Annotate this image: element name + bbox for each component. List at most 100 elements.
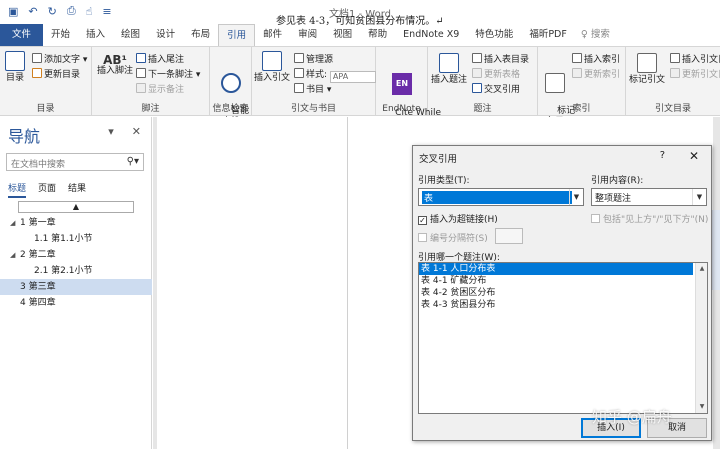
group-captions: 插入题注 插入表目录 更新表格 交叉引用 题注	[428, 47, 538, 115]
nav-tab-pages[interactable]: 页面	[38, 181, 56, 198]
insert-toa-icon	[670, 53, 680, 63]
nav-heading-item[interactable]: 2.1 第2.1小节	[0, 263, 152, 279]
insert-toa-button[interactable]: 插入引文目	[670, 52, 720, 65]
caption-list-item[interactable]: 表 4-3 贫困县分布	[419, 299, 693, 311]
group-label-citations: 引文与书目	[290, 104, 336, 114]
nav-heading-item-selected[interactable]: 3 第三章	[0, 279, 152, 295]
list-scrollbar[interactable]: ▲ ▼	[695, 263, 707, 413]
tab-features[interactable]: 特色功能	[467, 24, 521, 46]
tab-draw[interactable]: 绘图	[113, 24, 148, 46]
bibliography-icon	[294, 83, 304, 93]
nav-search-input[interactable]: 在文档中搜索 ⚲▾	[6, 153, 144, 171]
chevron-down-icon[interactable]: ▼	[692, 189, 706, 205]
insert-table-of-figures-button[interactable]: 插入表目录	[472, 52, 529, 65]
tell-me-search[interactable]: ♀ 搜索	[575, 24, 618, 46]
add-text-icon	[32, 53, 42, 63]
search-icon[interactable]: ⚲▾	[127, 156, 139, 167]
toc-button[interactable]: 目录	[4, 51, 26, 84]
cross-reference-button[interactable]: 交叉引用	[472, 82, 520, 95]
manage-sources-button[interactable]: 管理源	[294, 52, 333, 65]
mark-citation-button[interactable]: 标记引文	[628, 53, 666, 86]
separator-input[interactable]	[495, 228, 523, 244]
reference-content-select[interactable]: 整项题注 ▼	[591, 188, 707, 206]
show-notes-icon	[136, 83, 146, 93]
ribbon-tabs: 文件 开始 插入 绘图 设计 布局 引用 邮件 审阅 视图 帮助 EndNote…	[0, 24, 720, 46]
document-paragraph[interactable]: 参见表 4-3，可知贫困县分布情况。↵	[276, 12, 444, 27]
caption-list-item-selected[interactable]: 表 1-1 人口分布表	[419, 263, 693, 275]
style-select[interactable]: APA	[329, 71, 376, 83]
tab-references[interactable]: 引用	[218, 24, 256, 46]
tab-home[interactable]: 开始	[43, 24, 78, 46]
close-icon[interactable]: ✕	[132, 125, 141, 138]
next-footnote-icon	[136, 68, 146, 78]
tab-insert[interactable]: 插入	[78, 24, 113, 46]
chevron-down-icon[interactable]: ▼	[569, 189, 583, 205]
tab-foxit-pdf[interactable]: 福昕PDF	[521, 24, 575, 46]
table-of-figures-icon	[472, 53, 482, 63]
close-icon[interactable]: ✕	[689, 149, 699, 163]
scroll-up-icon[interactable]: ▲	[696, 263, 708, 275]
bibliography-button[interactable]: 书目 ▾	[294, 82, 331, 95]
update-index-button[interactable]: 更新索引	[572, 67, 620, 80]
tab-help[interactable]: 帮助	[360, 24, 395, 46]
nav-tab-results[interactable]: 结果	[68, 181, 86, 198]
endnote-logo-icon: EN	[392, 73, 412, 95]
caption-list-item[interactable]: 表 4-1 矿藏分布	[419, 275, 693, 287]
collapse-triangle-icon[interactable]: ◢	[10, 247, 20, 263]
endnote-icon	[136, 53, 146, 63]
group-authorities: 标记引文 插入引文目 更新引文目 引文目录	[626, 47, 720, 115]
group-index: 标记 条目 插入索引 更新索引 索引	[538, 47, 626, 127]
group-endnote: EN Cite While You Write EndNote	[376, 47, 441, 129]
style-icon	[294, 68, 304, 78]
tab-design[interactable]: 设计	[148, 24, 183, 46]
document-table-edge	[712, 210, 720, 290]
insert-index-button[interactable]: 插入索引	[572, 52, 620, 65]
nav-options-icon[interactable]: ▾	[108, 125, 114, 138]
group-label-footnotes: 脚注	[141, 104, 160, 114]
update-toc-button[interactable]: 更新目录	[32, 67, 80, 80]
nav-scroll-up-button[interactable]: ▲	[18, 201, 134, 213]
nav-heading-item[interactable]: ◢ 1 第一章	[0, 215, 152, 231]
insert-citation-button[interactable]: 插入引文	[254, 51, 290, 84]
citation-icon	[262, 51, 282, 71]
tab-file[interactable]: 文件	[0, 24, 44, 46]
magnifier-icon	[221, 73, 241, 93]
add-text-button[interactable]: 添加文字 ▾	[32, 52, 87, 65]
reference-type-label: 引用类型(T):	[418, 176, 470, 186]
tab-layout[interactable]: 布局	[183, 24, 218, 46]
nav-tab-headings[interactable]: 标题	[8, 181, 27, 198]
ribbon: 目录 添加文字 ▾ 更新目录 目录 AB¹ 插入脚注 插入尾注 下一条脚注 ▾ …	[0, 46, 720, 129]
insert-footnote-button[interactable]: AB¹ 插入脚注	[96, 54, 134, 77]
margin-guide	[347, 117, 348, 449]
caption-list[interactable]: 表 1-1 人口分布表 表 4-1 矿藏分布 表 4-2 贫困区分布 表 4-3…	[418, 262, 708, 414]
update-index-icon	[572, 68, 582, 78]
group-research: 智能 查找 信息检索	[210, 47, 252, 127]
group-label-captions: 题注	[473, 104, 492, 114]
group-label-authorities: 引文目录	[654, 104, 691, 114]
caption-list-item[interactable]: 表 4-2 贫困区分布	[419, 287, 693, 299]
tab-endnote[interactable]: EndNote X9	[395, 24, 467, 46]
manage-sources-icon	[294, 53, 304, 63]
include-above-below-checkbox[interactable]: 包括"见上方"/"见下方"(N)	[591, 212, 708, 225]
tab-view[interactable]: 视图	[325, 24, 360, 46]
insert-caption-button[interactable]: 插入题注	[430, 53, 468, 86]
tab-review[interactable]: 审阅	[290, 24, 325, 46]
show-notes-button[interactable]: 显示备注	[136, 82, 184, 95]
group-label-index: 索引	[572, 104, 591, 114]
cross-reference-icon	[472, 83, 482, 93]
update-table-button[interactable]: 更新表格	[472, 67, 520, 80]
scroll-down-icon[interactable]: ▼	[696, 401, 708, 413]
help-icon[interactable]: ?	[660, 150, 665, 161]
nav-heading-item[interactable]: ◢ 2 第二章	[0, 247, 152, 263]
reference-type-select[interactable]: 表 ▼	[418, 188, 584, 206]
tab-mailings[interactable]: 邮件	[255, 24, 290, 46]
insert-endnote-button[interactable]: 插入尾注	[136, 52, 184, 65]
separate-numbers-checkbox[interactable]: 编号分隔符(S)	[418, 231, 488, 244]
update-table-icon	[472, 68, 482, 78]
next-footnote-button[interactable]: 下一条脚注 ▾	[136, 67, 200, 80]
nav-heading-item[interactable]: 1.1 第1.1小节	[0, 231, 152, 247]
collapse-triangle-icon[interactable]: ◢	[10, 215, 20, 231]
update-toa-button[interactable]: 更新引文目	[670, 67, 720, 80]
insert-as-hyperlink-checkbox[interactable]: ✓ 插入为超链接(H)	[418, 212, 498, 225]
nav-heading-item[interactable]: 4 第四章	[0, 295, 152, 311]
